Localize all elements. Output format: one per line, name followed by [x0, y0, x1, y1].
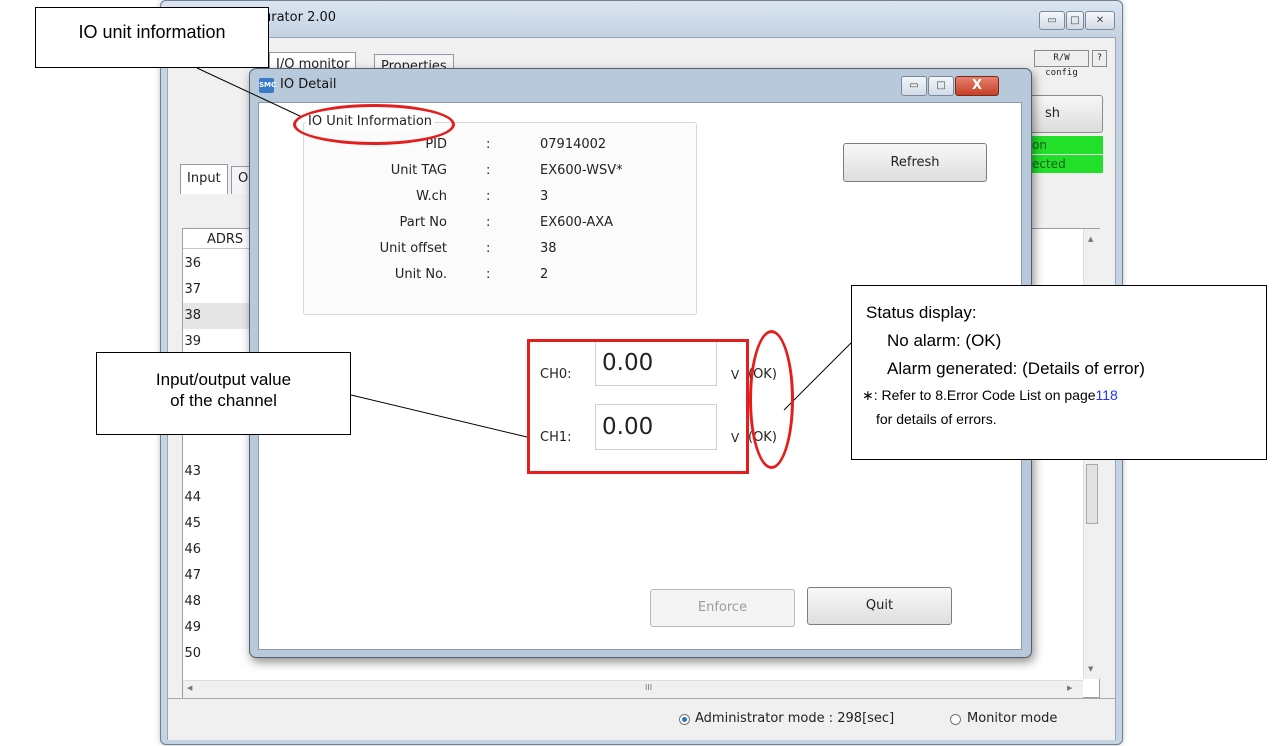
status-note: ∗: Refer to 8.Error Code List on page118	[862, 383, 1266, 407]
status-alarm: Alarm generated: (Details of error)	[887, 359, 1145, 378]
callout-status-display: Status display: No alarm: (OK) Alarm gen…	[851, 285, 1267, 460]
callout-channel-line-1: Input/output value	[155, 370, 292, 389]
callout-io-unit-information: IO unit information	[35, 7, 269, 68]
callout-channel-value: Input/output value of the channel	[96, 352, 351, 435]
status-display-title: Status display:	[866, 303, 977, 322]
page-link[interactable]: 118	[1096, 387, 1118, 403]
callout-channel-line-2: of the channel	[170, 391, 277, 410]
leader-line-status	[783, 342, 852, 411]
leader-line-channel	[350, 394, 528, 438]
status-note-prefix: ∗: Refer to 8.Error Code List on page	[862, 387, 1096, 403]
highlight-channel-values	[527, 339, 749, 474]
highlight-io-unit-info	[293, 104, 455, 145]
highlight-status	[749, 330, 794, 469]
leader-line-io-info	[196, 67, 303, 118]
status-note-suffix: for details of errors.	[876, 411, 997, 427]
status-no-alarm: No alarm: (OK)	[887, 331, 1002, 350]
